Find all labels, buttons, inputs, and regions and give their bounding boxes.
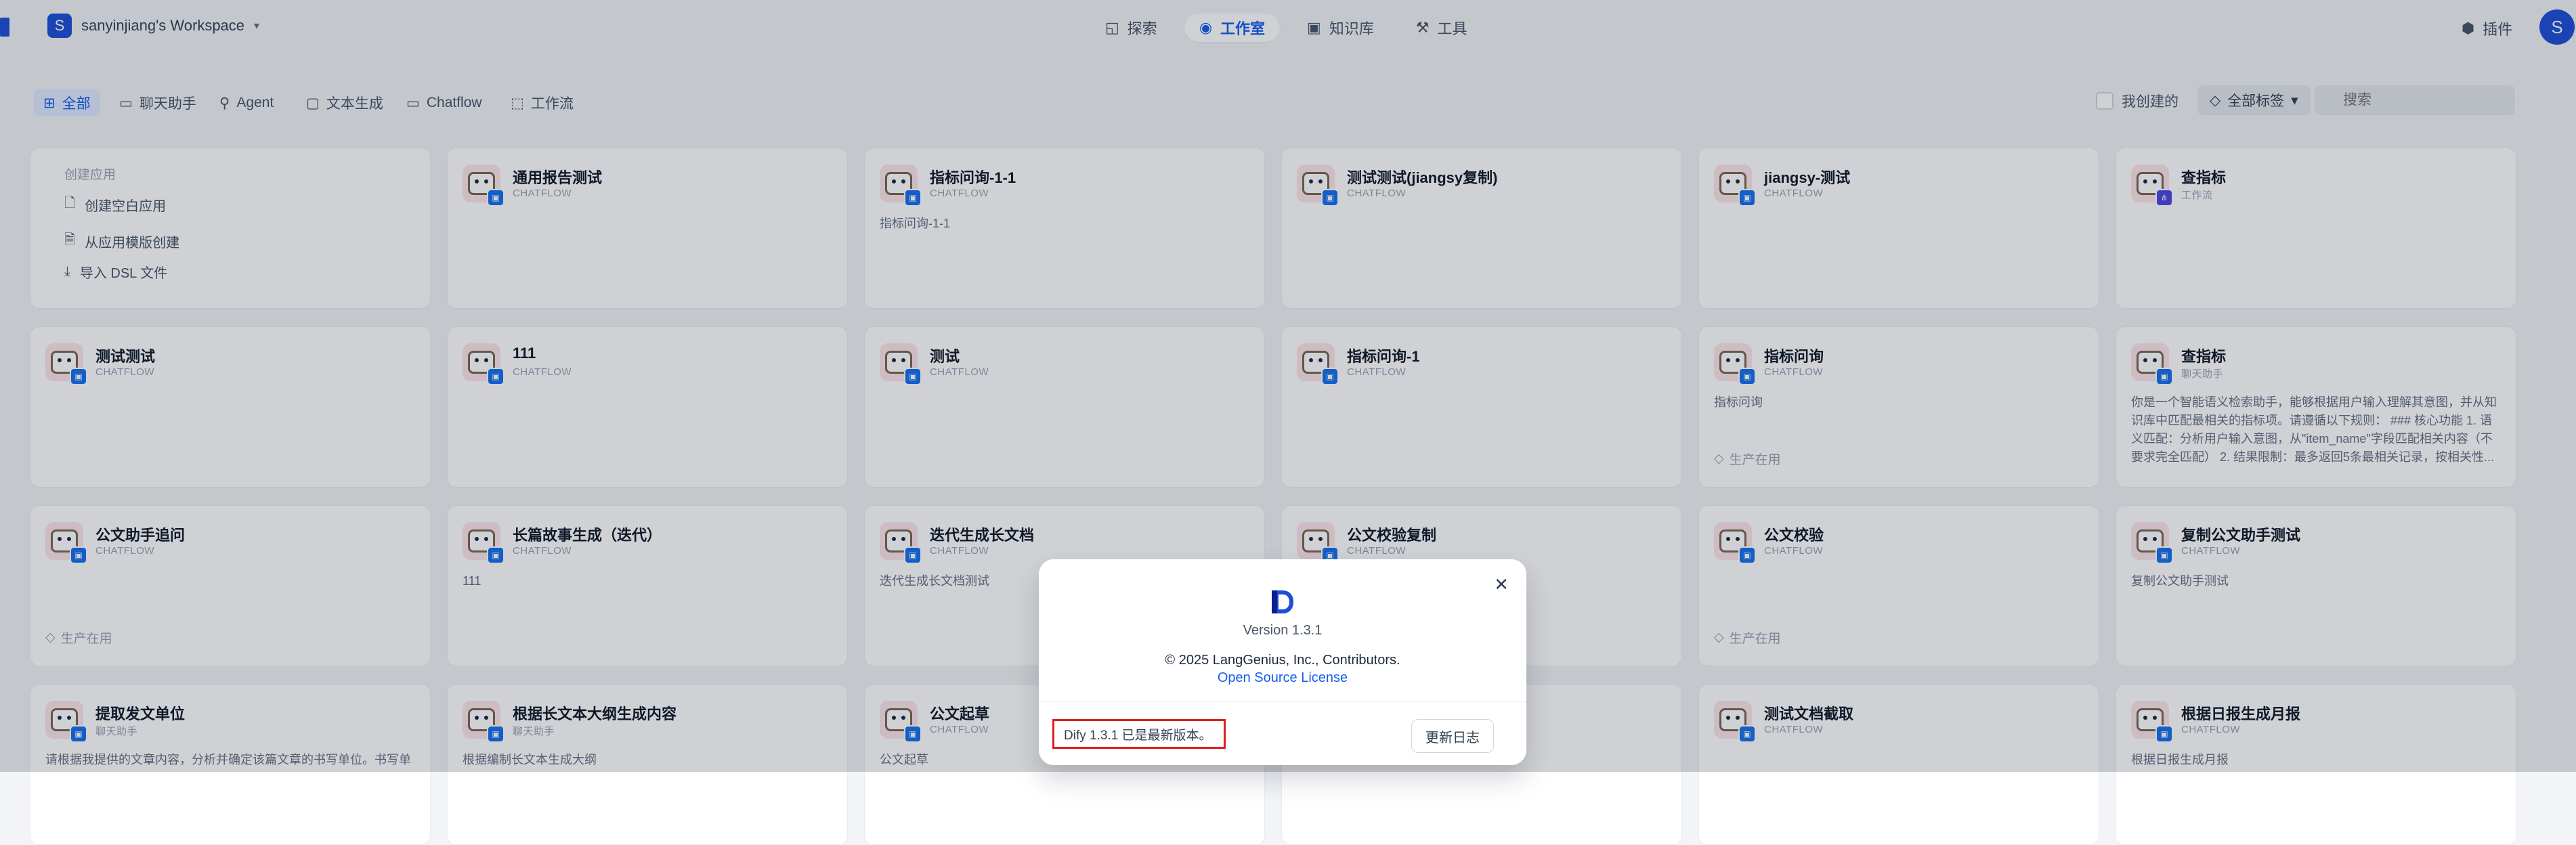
changelog-button[interactable]: 更新日志: [1411, 719, 1494, 753]
latest-version-notice: Dify 1.3.1 已是最新版本。: [1052, 719, 1226, 749]
open-source-license-link[interactable]: Open Source License: [1039, 670, 1526, 686]
divider: [1039, 701, 1526, 702]
copyright-text: © 2025 LangGenius, Inc., Contributors.: [1165, 653, 1400, 668]
close-icon[interactable]: ✕: [1494, 574, 1509, 595]
about-dialog: ✕ Version 1.3.1 © 2025 LangGenius, Inc.,…: [1039, 559, 1526, 765]
dify-logo: [1272, 590, 1293, 613]
version-text: Version 1.3.1: [1243, 623, 1323, 638]
